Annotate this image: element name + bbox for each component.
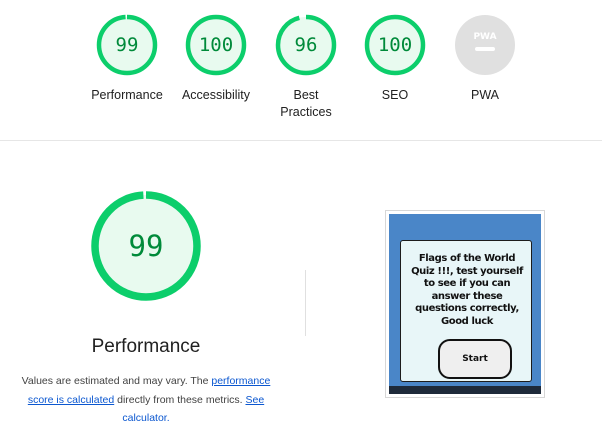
- score-summary: 99 Performance 100 Accessibility 96 Best…: [0, 0, 602, 140]
- note-text: directly from these metrics.: [114, 393, 246, 406]
- page-preview: Flags of the World Quiz !!!, test yourse…: [389, 214, 541, 394]
- section-divider: [0, 140, 602, 141]
- preview-footer-bar: [389, 386, 541, 394]
- performance-score: 99: [128, 229, 164, 263]
- gauge-pwa[interactable]: PWA PWA: [440, 14, 530, 104]
- performance-title: Performance: [91, 336, 201, 357]
- gauge-label: SEO: [381, 88, 409, 102]
- gauge-seo[interactable]: 100 SEO: [350, 14, 440, 104]
- gauge-best-practices[interactable]: 96 Best Practices: [261, 14, 351, 121]
- performance-gauge-large: 99: [90, 190, 202, 302]
- gauge-label: Accessibility: [181, 88, 251, 102]
- gauge-label: Performance: [91, 88, 163, 102]
- quiz-intro-text: Flags of the World Quiz !!!, test yourse…: [411, 253, 523, 327]
- start-button: Start: [438, 339, 512, 379]
- gauge-score: 99: [115, 34, 139, 56]
- gauge-performance[interactable]: 99 Performance: [82, 14, 172, 104]
- quiz-card: Flags of the World Quiz !!!, test yourse…: [400, 240, 532, 382]
- pwa-badge-text: PWA: [473, 32, 496, 42]
- note-text: Values are estimated and may vary. The: [21, 375, 212, 387]
- pwa-badge-icon: PWA: [455, 15, 515, 75]
- gauge-score: 96: [294, 34, 318, 56]
- final-screenshot-thumbnail[interactable]: Flags of the World Quiz !!!, test yourse…: [385, 210, 545, 398]
- vertical-divider: [305, 270, 306, 336]
- gauge-score: 100: [198, 34, 234, 56]
- gauge-label: Best Practices: [280, 88, 332, 119]
- estimate-note: Values are estimated and may vary. The p…: [8, 372, 284, 422]
- gauge-accessibility[interactable]: 100 Accessibility: [171, 14, 261, 104]
- gauge-label: PWA: [470, 88, 499, 102]
- gauge-score: 100: [377, 34, 413, 56]
